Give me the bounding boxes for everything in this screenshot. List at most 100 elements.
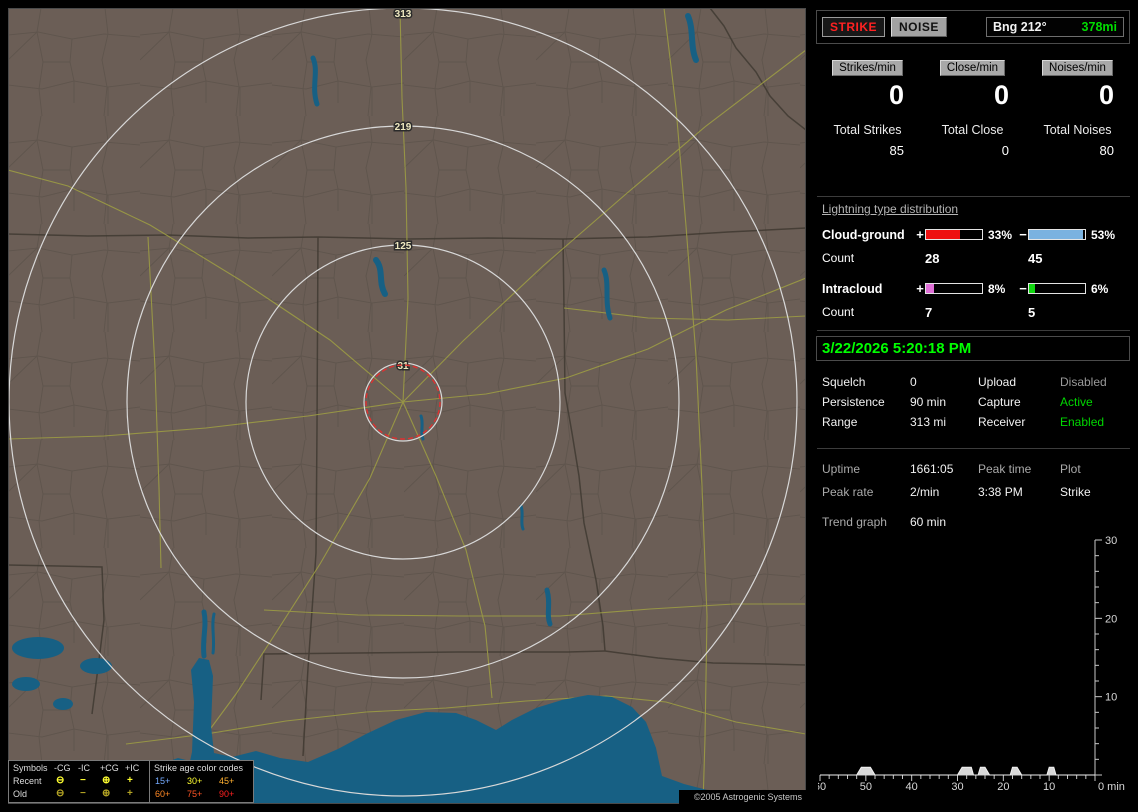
trend-graph: 30 20 10 60 50 40 30 20 10 0 min <box>814 535 1125 793</box>
cg-negative-count: 45 <box>1028 251 1043 266</box>
separator <box>817 196 1130 197</box>
noises-per-min-value: 0 <box>1098 80 1114 110</box>
age-60: 60+ <box>155 789 171 799</box>
squelch-value: 0 <box>910 375 917 389</box>
bearing-readout: Bng 212° 378mi <box>986 17 1124 37</box>
legend-divider <box>149 761 150 802</box>
bearing-value: Bng 212° <box>993 20 1047 34</box>
cloud-ground-row: Cloud-ground + 33% − 53% <box>822 227 1128 242</box>
svg-text:10: 10 <box>1043 781 1055 793</box>
strikes-column: Strikes/min 0 Total Strikes 85 <box>815 58 920 158</box>
persistence-label: Persistence <box>822 395 885 409</box>
lightning-distribution: Lightning type distribution Cloud-ground… <box>822 202 1128 320</box>
ic-negative-count: 5 <box>1028 305 1036 320</box>
minus-sign: − <box>1019 281 1027 296</box>
old-pic-symbol: + <box>127 788 133 799</box>
minus-sign: − <box>1019 227 1027 242</box>
recent-pic-symbol: + <box>127 775 133 786</box>
trend-graph-area: 30 20 10 60 50 40 30 20 10 0 min <box>814 535 1133 807</box>
plot-label: Plot <box>1060 462 1081 476</box>
nexstorm-window: 313 219 125 31 Symbols -CG -IC +CG +IC S… <box>0 0 1138 812</box>
age-45: 45+ <box>219 776 235 786</box>
intracloud-label: Intracloud <box>822 281 883 296</box>
controls-bar: STRIKE NOISE Bng 212° 378mi <box>816 10 1130 44</box>
total-strikes-value: 85 <box>889 143 904 158</box>
ring-label-125: 125 <box>395 241 412 252</box>
recent-pcg-symbol: ⊕ <box>102 775 111 786</box>
status-table: Uptime 1661:05 Peak time Plot Peak rate … <box>822 458 1128 504</box>
ic-positive-bar-fill <box>926 284 935 293</box>
legend-row-old-label: Old <box>13 789 28 799</box>
upload-status: Disabled <box>1060 375 1107 389</box>
intracloud-count-row: Count 7 5 <box>822 305 1128 320</box>
noise-toggle-button[interactable]: NOISE <box>891 17 947 37</box>
svg-text:20: 20 <box>997 781 1009 793</box>
trend-graph-label: Trend graph <box>822 515 887 529</box>
strikes-per-min-value: 0 <box>888 80 904 110</box>
ic-positive-count: 7 <box>925 305 933 320</box>
ic-negative-bar-fill <box>1029 284 1036 293</box>
legend-header-nic: -IC <box>78 763 90 773</box>
uptime-label: Uptime <box>822 462 861 476</box>
cloud-ground-label: Cloud-ground <box>822 227 905 242</box>
svg-text:30: 30 <box>951 781 963 793</box>
range-value: 313 mi <box>910 415 947 429</box>
total-close-value: 0 <box>1001 143 1009 158</box>
old-nic-symbol: − <box>80 788 86 799</box>
intracloud-row: Intracloud + 8% − 6% <box>822 281 1128 296</box>
cloud-ground-count-row: Count 28 45 <box>822 251 1128 266</box>
total-noises-value: 80 <box>1099 143 1114 158</box>
peak-rate-value: 2/min <box>910 485 940 499</box>
bearing-distance: 378mi <box>1081 20 1117 34</box>
cg-negative-bar-fill <box>1029 230 1084 239</box>
recent-ncg-symbol: ⊖ <box>56 775 65 786</box>
svg-text:10: 10 <box>1105 692 1117 704</box>
peak-time-value: 3:38 PM <box>978 485 1023 499</box>
legend-header-pic: +IC <box>125 763 140 773</box>
total-noises-label: Total Noises <box>1043 123 1112 137</box>
total-strikes-label: Total Strikes <box>833 123 902 137</box>
cg-positive-count: 28 <box>925 251 940 266</box>
legend-age-title: Strike age color codes <box>154 763 244 773</box>
ic-negative-pct: 6% <box>1091 281 1109 296</box>
lightning-map[interactable]: 313 219 125 31 Symbols -CG -IC +CG +IC S… <box>8 8 806 804</box>
legend-row-recent-label: Recent <box>13 776 42 786</box>
cg-positive-pct: 33% <box>988 227 1013 242</box>
age-75: 75+ <box>187 789 203 799</box>
copyright-text: ©2005 Astrogenic Systems <box>679 790 806 804</box>
svg-text:0 min: 0 min <box>1098 781 1125 793</box>
map-canvas: 313 219 125 31 <box>8 8 806 804</box>
cg-positive-bar <box>925 229 983 240</box>
cg-negative-bar <box>1028 229 1086 240</box>
old-ncg-symbol: ⊖ <box>56 788 65 799</box>
strike-toggle-button[interactable]: STRIKE <box>822 17 886 37</box>
receiver-status: Enabled <box>1060 415 1105 429</box>
peak-rate-label: Peak rate <box>822 485 874 499</box>
persistence-value: 90 min <box>910 395 947 409</box>
uptime-value: 1661:05 <box>910 462 954 476</box>
plot-value: Strike <box>1060 485 1091 499</box>
svg-text:20: 20 <box>1105 613 1117 625</box>
cg-negative-pct: 53% <box>1091 227 1116 242</box>
settings-table: Squelch 0 Upload Disabled Persistence 90… <box>822 372 1128 432</box>
receiver-label: Receiver <box>978 415 1026 429</box>
age-30: 30+ <box>187 776 203 786</box>
range-label: Range <box>822 415 858 429</box>
strikes-per-min-label: Strikes/min <box>832 60 903 76</box>
ring-label-31: 31 <box>397 361 409 372</box>
ic-positive-pct: 8% <box>988 281 1006 296</box>
svg-text:40: 40 <box>906 781 918 793</box>
svg-text:60: 60 <box>818 781 826 793</box>
svg-text:30: 30 <box>1105 535 1117 547</box>
ic-negative-bar <box>1028 283 1086 294</box>
count-label: Count <box>822 251 855 265</box>
trend-config-row: Trend graph 60 min <box>822 512 1128 532</box>
legend-header-ncg: -CG <box>54 763 71 773</box>
noises-per-min-label: Noises/min <box>1042 60 1113 76</box>
total-close-label: Total Close <box>941 123 1004 137</box>
rate-counters: Strikes/min 0 Total Strikes 85 Close/min… <box>815 58 1130 158</box>
plus-sign: + <box>916 281 924 296</box>
separator <box>817 330 1130 331</box>
close-column: Close/min 0 Total Close 0 <box>920 58 1025 158</box>
age-15: 15+ <box>155 776 171 786</box>
